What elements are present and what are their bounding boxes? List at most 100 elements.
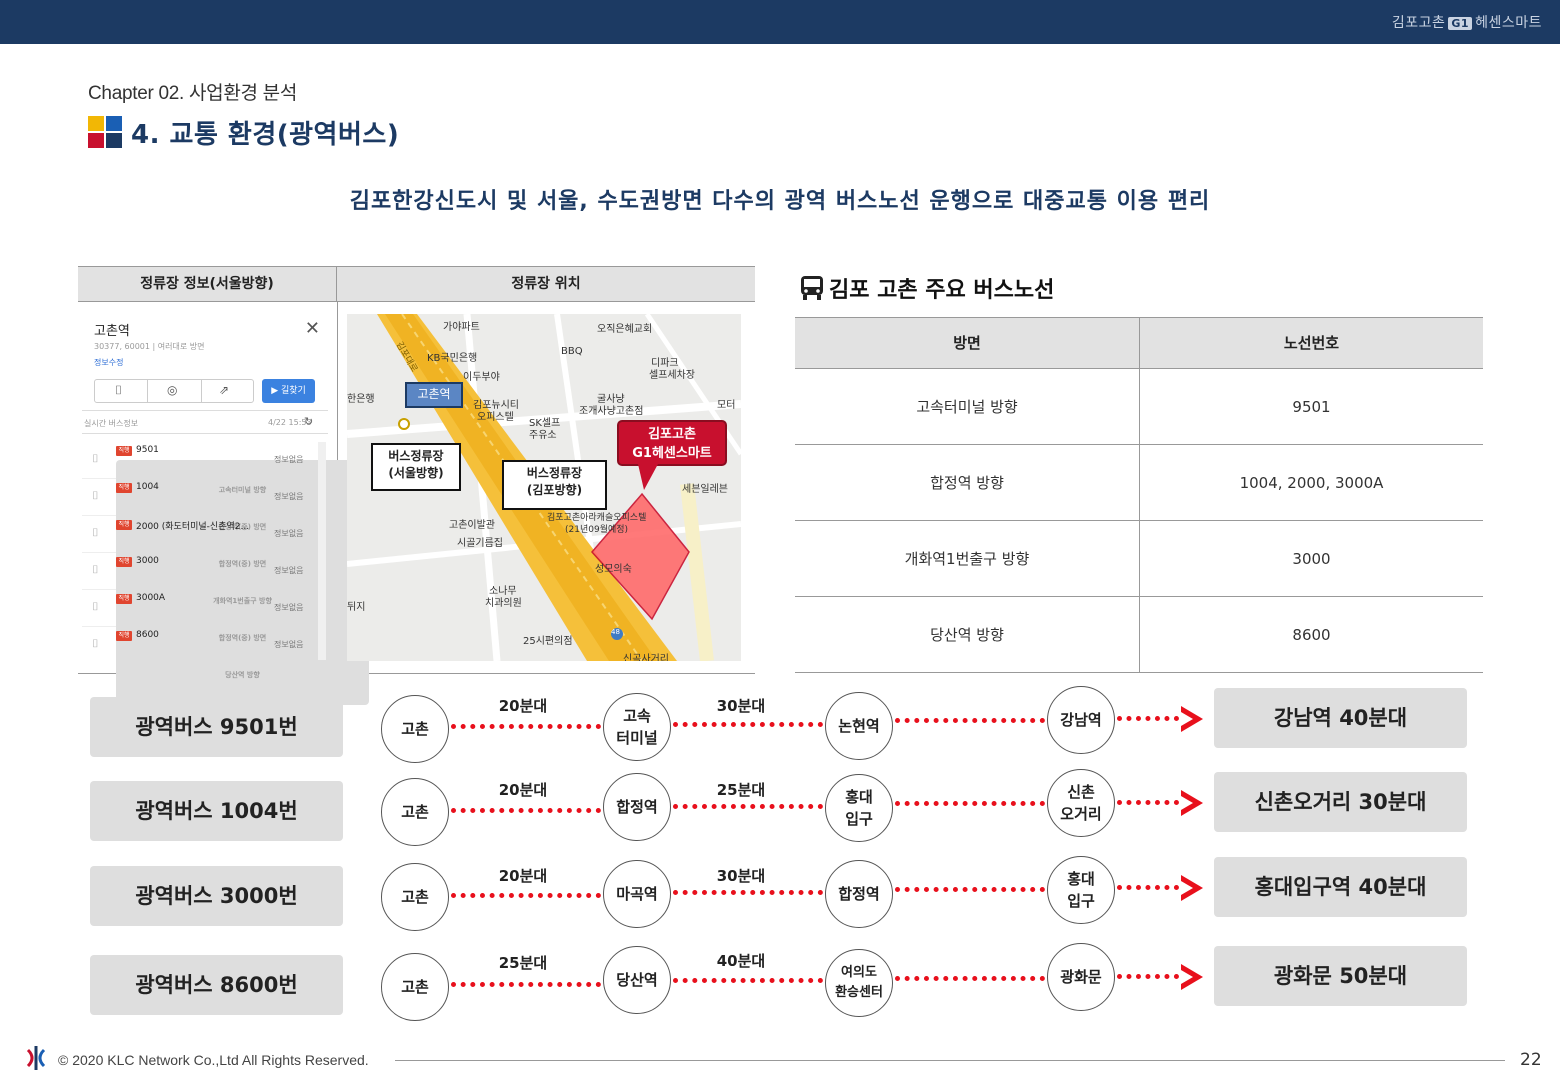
bookmark-icon[interactable]: ⌷ [92,637,99,651]
map-label: 고촌이발관 [449,520,495,531]
footer-divider [395,1060,1505,1061]
route-connector [673,890,823,895]
copyright: © 2020 KLC Network Co.,Ltd All Rights Re… [58,1052,369,1068]
bookmark-icon[interactable]: ⌷ [92,452,99,466]
list-header-label: 실시간 버스정보 [84,419,139,428]
bus-routes-title-text: 김포 고촌 주요 버스노선 [829,278,1055,303]
route-connector [673,804,823,809]
route-number: 9501 [136,445,159,455]
route-time: 25분대 [716,781,766,799]
route-time: 40분대 [716,952,766,970]
header-stop-info: 정류장 정보(서울방향) [78,267,337,301]
stop-info-table-header: 정류장 정보(서울방향) 정류장 위치 [78,266,755,302]
route-connector [1117,974,1179,979]
table-row: 개화역1번출구 방향 3000 [795,521,1483,597]
bookmark-icon[interactable]: ⌷ [92,563,99,577]
route-time: 20분대 [498,697,548,715]
company-logo-icon [26,1046,46,1070]
close-icon[interactable]: ✕ [305,318,320,339]
share-icon[interactable]: ⇗ [219,383,229,397]
realtime-list-header: 실시간 버스정보 4/22 15:53 ↻ [82,410,328,434]
map-label: 조개사냥고촌점 [579,406,644,417]
route-connector [1117,800,1179,805]
bus-icon [801,276,823,300]
bookmark-icon[interactable]: ⌷ [92,526,99,540]
map-route-marker: 48 [611,628,620,636]
stop-subtext: 30377, 60001 | 여러대로 방면 [94,342,205,351]
route-badge: 직행 [116,594,132,604]
map-label: 셀프세차장 [649,370,695,381]
map-label: (21년09월예정) [565,525,629,535]
route-connector [451,808,601,813]
map-label: KB국민은행 [427,353,478,364]
arrow-right-icon [1181,964,1203,990]
map-label: 성모의숙 [595,564,632,575]
map-label: 25시편의점 [523,636,573,647]
routes-table-header: 방면 노선번호 [795,317,1483,369]
map-label: 가야파트 [443,322,480,333]
edit-link[interactable]: 정보수정 [94,357,123,368]
route-stop-node: 논현역 [825,692,893,760]
bus-app-panel: 고촌역 ✕ 30377, 60001 | 여러대로 방면 정보수정 ⌷ ◎ ⇗ … [82,312,369,705]
map-label: 주유소 [529,430,557,441]
route-connector [895,887,1045,892]
route-stop-node: 신촌 오거리 [1047,769,1115,837]
route-time: 25분대 [498,954,548,972]
location-icon[interactable]: ◎ [167,383,177,397]
route-connector [895,801,1045,806]
map-label: 세븐일레븐 [682,484,728,495]
header-route-number: 노선번호 [1139,318,1483,368]
top-bar [0,0,1560,44]
route-number: 2000 (화도터미널-신촌역2... [136,522,250,532]
route-connector [451,893,601,898]
list-item[interactable]: ⌷ 직행 9501 고속터미널 방향 정보없음 [82,442,369,520]
route-stop-node: 홍대 입구 [825,774,893,842]
list-item[interactable]: ⌷ 직행 2000 (화도터미널-신촌역2... 합정역(중) 방면 정보없음 [82,516,369,594]
route-number: 1004 [136,482,159,492]
route-connector [895,718,1045,723]
route-badge: 직행 [116,483,132,493]
section-mark-icon [88,116,122,148]
chapter-title: Chapter 02. 사업환경 분석 [88,83,298,104]
route-stop-node: 마곡역 [603,860,671,928]
bus-route-name: 광역버스 3000번 [90,866,343,926]
route-start-node: 고촌 [381,953,449,1021]
route-destination-box: 홍대입구역 40분대 [1214,857,1467,917]
route-status: 정보없음 [274,492,304,501]
map-label: 뒤지 [347,602,366,613]
page-number: 22 [1520,1050,1542,1070]
bus-route-name: 광역버스 1004번 [90,781,343,841]
route-stop-node: 여의도 환승센터 [825,949,893,1017]
app-toolbar: ⌷ ◎ ⇗ [94,379,254,403]
route-button[interactable]: ▶ 길찾기 [262,379,315,403]
route-destination-box: 신촌오거리 30분대 [1214,772,1467,832]
route-stop-node: 홍대 입구 [1047,856,1115,924]
bookmark-icon[interactable]: ⌷ [92,489,99,503]
table-row: 당산역 방향 8600 [795,597,1483,673]
route-badge: 직행 [116,557,132,567]
map-stop-gimpo-label: 버스정류장 (김포방향) [502,460,607,510]
stop-name: 고촌역 [94,324,130,339]
route-number: 3000A [136,593,166,603]
bookmark-icon[interactable]: ⌷ [92,600,99,614]
table-row: 합정역 방향 1004, 2000, 3000A [795,445,1483,521]
map-label: BBQ [561,346,583,357]
page-subtitle: 김포한강신도시 및 서울, 수도권방면 다수의 광역 버스노선 운행으로 대중교… [349,189,1211,214]
scrollbar[interactable] [318,442,326,660]
route-status: 정보없음 [274,529,304,538]
route-destination-box: 광화문 50분대 [1214,946,1467,1006]
refresh-icon[interactable]: ↻ [304,415,313,428]
list-item[interactable]: ⌷ 직행 1004 합정역(중) 방면 정보없음 [82,479,369,557]
arrow-right-icon [1181,875,1203,901]
route-start-node: 고촌 [381,778,449,846]
route-stop-node: 고속 터미널 [603,693,671,761]
bookmark-icon[interactable]: ⌷ [115,383,122,398]
route-start-node: 고촌 [381,695,449,763]
route-badge: 직행 [116,520,132,530]
bus-route-name: 광역버스 9501번 [90,697,343,757]
list-item[interactable]: ⌷ 직행 3000 개화역1번출구 방향 정보없음 [82,553,369,631]
map-stop-seoul-label: 버스정류장 (서울방향) [371,443,461,491]
list-item[interactable]: ⌷ 직행 8600 당산역 방향 정보없음 [82,627,369,705]
arrow-right-icon [1181,790,1203,816]
list-item[interactable]: ⌷ 직행 3000A 합정역(중) 방면 정보없음 [82,590,369,668]
